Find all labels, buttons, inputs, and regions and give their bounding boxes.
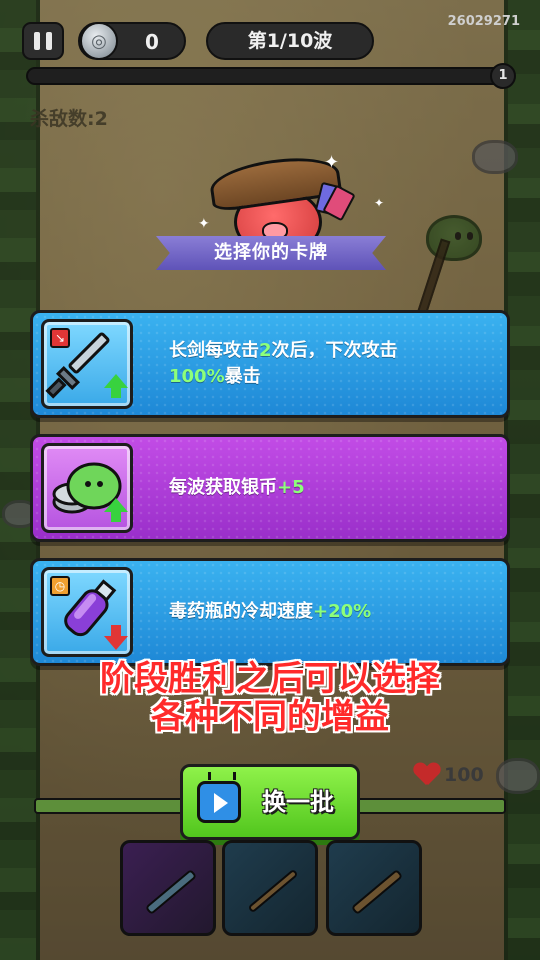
video-ad-icon bbox=[197, 781, 241, 823]
player-hp: 100 bbox=[414, 760, 514, 790]
heart-icon bbox=[414, 763, 440, 787]
upgrade-card-silver-income[interactable]: 每波获取银币+5 bbox=[30, 434, 510, 542]
coin-counter: ◎ 0 bbox=[78, 22, 186, 60]
upgrade-card-poison-cooldown[interactable]: ◷ 毒药瓶的冷却速度+20% bbox=[30, 558, 510, 666]
build-id: 26029271 bbox=[447, 14, 520, 29]
cooldown-tag-icon: ◷ bbox=[50, 576, 70, 596]
weapon-slot-sword[interactable] bbox=[326, 840, 422, 936]
card-text-segment: 每波获取银币 bbox=[169, 477, 277, 498]
sparkle-icon: ✦ bbox=[198, 216, 210, 232]
attack-tag-icon: ↘ bbox=[50, 328, 70, 348]
wave-progress-marker: 1 bbox=[490, 63, 516, 89]
card-highlight-value: +5 bbox=[277, 477, 305, 498]
sparkle-icon: ✦ bbox=[324, 152, 340, 173]
pause-icon-bar bbox=[46, 32, 52, 50]
bow-icon bbox=[247, 868, 299, 914]
card-description: 每波获取银币+5 bbox=[169, 437, 493, 539]
card-text-segment: 毒药瓶的冷却速度 bbox=[169, 601, 313, 622]
card-text-segment: 次后，下次攻击 bbox=[271, 340, 398, 361]
refresh-cards-button[interactable]: 换一批 bbox=[180, 764, 360, 840]
pause-icon-bar bbox=[34, 32, 40, 50]
poison-potion-icon: ◷ bbox=[41, 567, 133, 657]
upgrade-arrow-icon bbox=[104, 374, 128, 398]
sword-upgrade-icon: ↘ bbox=[41, 319, 133, 409]
promo-caption: 阶段胜利之后可以选择 各种不同的增益 bbox=[0, 660, 540, 736]
silver-coin-icon: ◎ bbox=[80, 22, 118, 60]
refresh-button-label: 换一批 bbox=[262, 788, 334, 816]
card-text-segment: 暴击 bbox=[224, 366, 261, 387]
crossbow-icon bbox=[144, 868, 198, 916]
hp-value: 100 bbox=[444, 764, 484, 786]
caption-line-2: 各种不同的增益 bbox=[151, 697, 389, 737]
choose-card-banner: 选择你的卡牌 bbox=[156, 236, 386, 270]
weapon-slot-bow[interactable] bbox=[222, 840, 318, 936]
pause-button[interactable] bbox=[22, 22, 64, 60]
wave-indicator: 第1/10波 bbox=[206, 22, 374, 60]
wave-progress-bar: 1 bbox=[26, 63, 516, 89]
upgrade-card-sword-crit[interactable]: ↘ 长剑每攻击2次后，下次攻击 100%暴击 bbox=[30, 310, 510, 418]
coin-count: 0 bbox=[145, 30, 159, 54]
downgrade-arrow-icon bbox=[104, 625, 128, 650]
card-highlight-value: 100% bbox=[169, 366, 225, 387]
upgrade-arrow-icon bbox=[104, 498, 128, 522]
sword-icon bbox=[350, 868, 404, 916]
silver-coin-slime-icon bbox=[41, 443, 133, 533]
sparkle-icon: ✦ bbox=[374, 196, 385, 210]
card-highlight-value: 2 bbox=[259, 340, 272, 361]
caption-line-1: 阶段胜利之后可以选择 bbox=[100, 659, 440, 699]
card-text-segment: 长剑每攻击 bbox=[169, 340, 259, 361]
card-description: 毒药瓶的冷却速度+20% bbox=[169, 561, 493, 663]
card-description: 长剑每攻击2次后，下次攻击 100%暴击 bbox=[169, 313, 493, 415]
weapon-slot-crossbow[interactable] bbox=[120, 840, 216, 936]
kill-count: 杀敌数:2 bbox=[30, 108, 108, 130]
card-highlight-value: +20% bbox=[313, 601, 372, 622]
